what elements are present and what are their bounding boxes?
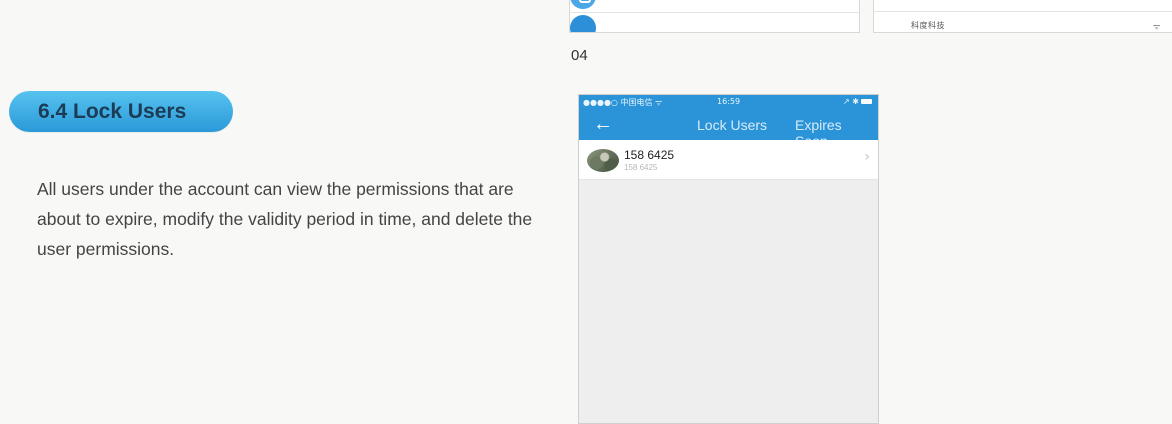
top-partial-screenshot-right: 科度科技 ᯤ [873,0,1172,33]
status-icons: ↗ ✱ [843,97,872,106]
top-partial-screenshot-left [569,0,860,33]
back-arrow-icon[interactable]: ← [593,113,613,135]
list-item[interactable]: 158 6425 158 6425 › [579,140,878,180]
phone-screenshot: ●●●●○ 中国电信 ᯤ 16:59 ↗ ✱ ← Lock Users Expi… [578,94,879,424]
wifi-network-label: 科度科技 [911,21,945,30]
wifi-icon: ᯤ [1153,22,1161,31]
divider [570,12,859,13]
lock-icon [570,0,596,9]
battery-icon [861,99,872,104]
section-body-text: All users under the account can view the… [37,179,533,259]
circle-icon [570,15,596,32]
page-number: 04 [571,47,588,64]
user-subtitle: 158 6425 [624,163,658,172]
user-phone: 158 6425 [624,148,675,162]
section-heading: 6.4 Lock Users [9,91,233,132]
status-bar: ●●●●○ 中国电信 ᯤ 16:59 ↗ ✱ [579,95,878,110]
chevron-right-icon: › [864,149,870,165]
status-time: 16:59 [717,97,741,106]
nav-bar: ← Lock Users Expires Soon [579,110,878,149]
nav-title: Lock Users [697,117,768,133]
carrier-label: ●●●●○ 中国电信 ᯤ [583,98,663,107]
avatar [587,149,619,172]
divider [874,11,1172,12]
location-bluetooth-icons: ↗ ✱ [843,97,859,106]
